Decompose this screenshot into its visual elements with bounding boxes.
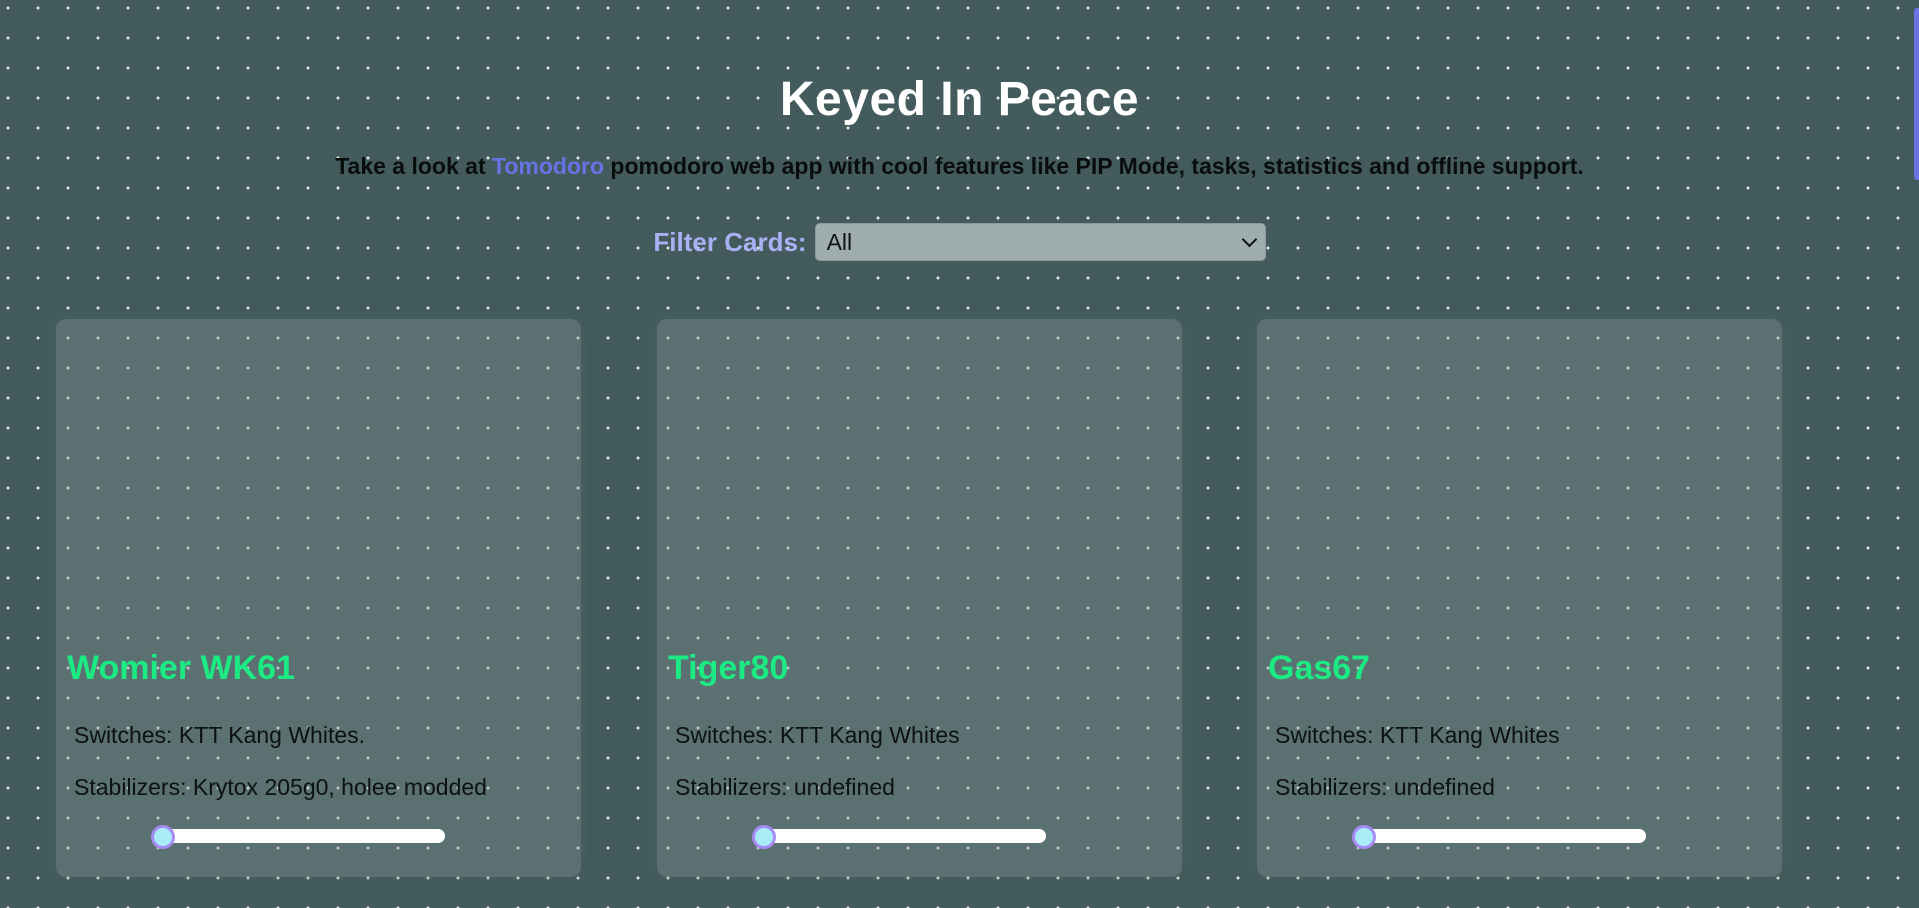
page-subtitle: Take a look at Tomodoro pomodoro web app… xyxy=(0,153,1919,180)
card-title: Womier WK61 xyxy=(67,649,295,687)
scrollbar[interactable] xyxy=(1913,0,1919,908)
slider-thumb[interactable] xyxy=(151,825,175,849)
card-stabilizers: Stabilizers: undefined xyxy=(1275,774,1495,800)
sound-slider[interactable] xyxy=(151,825,445,849)
tomodoro-link[interactable]: Tomodoro xyxy=(492,153,604,179)
subtitle-text-after: pomodoro web app with cool features like… xyxy=(604,153,1584,179)
filter-cards-select[interactable]: All xyxy=(814,223,1266,261)
sound-slider[interactable] xyxy=(752,825,1046,849)
filter-label: Filter Cards: xyxy=(653,226,807,257)
keyboard-card: Gas67 Switches: KTT Kang Whites Stabiliz… xyxy=(1257,319,1782,877)
card-stabilizers: Stabilizers: Krytox 205g0, holee modded xyxy=(74,774,487,800)
slider-thumb[interactable] xyxy=(1352,825,1376,849)
card-switches: Switches: KTT Kang Whites xyxy=(675,722,960,748)
card-title: Tiger80 xyxy=(668,649,789,687)
sound-slider[interactable] xyxy=(1352,825,1646,849)
subtitle-text-before: Take a look at xyxy=(335,153,492,179)
card-switches: Switches: KTT Kang Whites. xyxy=(74,722,366,748)
page-title: Keyed In Peace xyxy=(779,73,1140,126)
card-switches: Switches: KTT Kang Whites xyxy=(1275,722,1560,748)
keyboard-card: Tiger80 Switches: KTT Kang Whites Stabil… xyxy=(657,319,1182,877)
keyboard-card: Womier WK61 Switches: KTT Kang Whites. S… xyxy=(56,319,581,877)
card-stabilizers: Stabilizers: undefined xyxy=(675,774,895,800)
slider-thumb[interactable] xyxy=(752,825,776,849)
chevron-down-icon xyxy=(1241,231,1257,247)
card-title: Gas67 xyxy=(1268,649,1371,687)
filter-selected-value: All xyxy=(826,228,853,255)
filter-row: Filter Cards: All xyxy=(0,223,1919,261)
